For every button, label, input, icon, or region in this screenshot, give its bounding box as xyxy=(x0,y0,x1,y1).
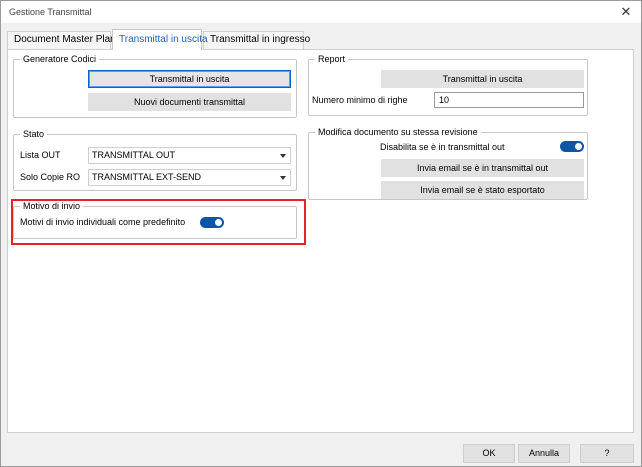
report-group: Report Transmittal in uscita Numero mini… xyxy=(308,54,588,116)
window-title: Gestione Transmittal xyxy=(9,7,92,17)
stato-group: Stato Lista OUT TRANSMITTAL OUT Solo Cop… xyxy=(13,129,297,191)
tab-transmittal-in-ingresso[interactable]: Transmittal in ingresso xyxy=(203,31,310,49)
chevron-down-icon xyxy=(280,176,286,180)
stato-legend: Stato xyxy=(20,129,48,140)
disabilita-transmittal-out-toggle[interactable] xyxy=(560,141,584,152)
nuovi-documenti-transmittal-button[interactable]: Nuovi documenti transmittal xyxy=(88,93,291,111)
generatore-codici-group: Generatore Codici Transmittal in uscita … xyxy=(13,54,297,118)
tab-document-master-plan[interactable]: Document Master Plan xyxy=(7,31,116,49)
dialog-window: Gestione Transmittal ✕ Document Master P… xyxy=(0,0,642,467)
title-bar: Gestione Transmittal ✕ xyxy=(1,1,641,23)
toggle-knob xyxy=(575,143,582,150)
invia-email-esportato-button[interactable]: Invia email se è stato esportato xyxy=(381,181,584,199)
numero-minimo-righe-input[interactable]: 10 xyxy=(434,92,584,108)
invia-email-transmittal-out-button[interactable]: Invia email se è in transmittal out xyxy=(381,159,584,177)
solo-copie-ro-value: TRANSMITTAL EXT-SEND xyxy=(92,172,202,182)
tab-panel: Generatore Codici Transmittal in uscita … xyxy=(7,49,634,433)
modifica-documento-group: Modifica documento su stessa revisione D… xyxy=(308,127,588,200)
generatore-codici-legend: Generatore Codici xyxy=(20,54,100,65)
lista-out-select[interactable]: TRANSMITTAL OUT xyxy=(88,147,291,164)
generatore-transmittal-uscita-button[interactable]: Transmittal in uscita xyxy=(88,70,291,88)
annulla-button[interactable]: Annulla xyxy=(518,444,570,463)
help-button[interactable]: ? xyxy=(580,444,634,463)
solo-copie-ro-select[interactable]: TRANSMITTAL EXT-SEND xyxy=(88,169,291,186)
close-icon[interactable]: ✕ xyxy=(617,3,635,21)
chevron-down-icon xyxy=(280,154,286,158)
red-highlight-box xyxy=(11,199,306,245)
solo-copie-ro-label: Solo Copie RO xyxy=(20,172,81,182)
tab-transmittal-in-uscita[interactable]: Transmittal in uscita xyxy=(112,29,208,50)
ok-button[interactable]: OK xyxy=(463,444,515,463)
numero-minimo-righe-label: Numero minimo di righe xyxy=(312,95,408,105)
lista-out-value: TRANSMITTAL OUT xyxy=(92,150,175,160)
disabilita-transmittal-out-label: Disabilita se è in transmittal out xyxy=(380,142,505,152)
modifica-documento-legend: Modifica documento su stessa revisione xyxy=(315,127,481,138)
report-transmittal-uscita-button[interactable]: Transmittal in uscita xyxy=(381,70,584,88)
report-legend: Report xyxy=(315,54,349,65)
lista-out-label: Lista OUT xyxy=(20,150,61,160)
